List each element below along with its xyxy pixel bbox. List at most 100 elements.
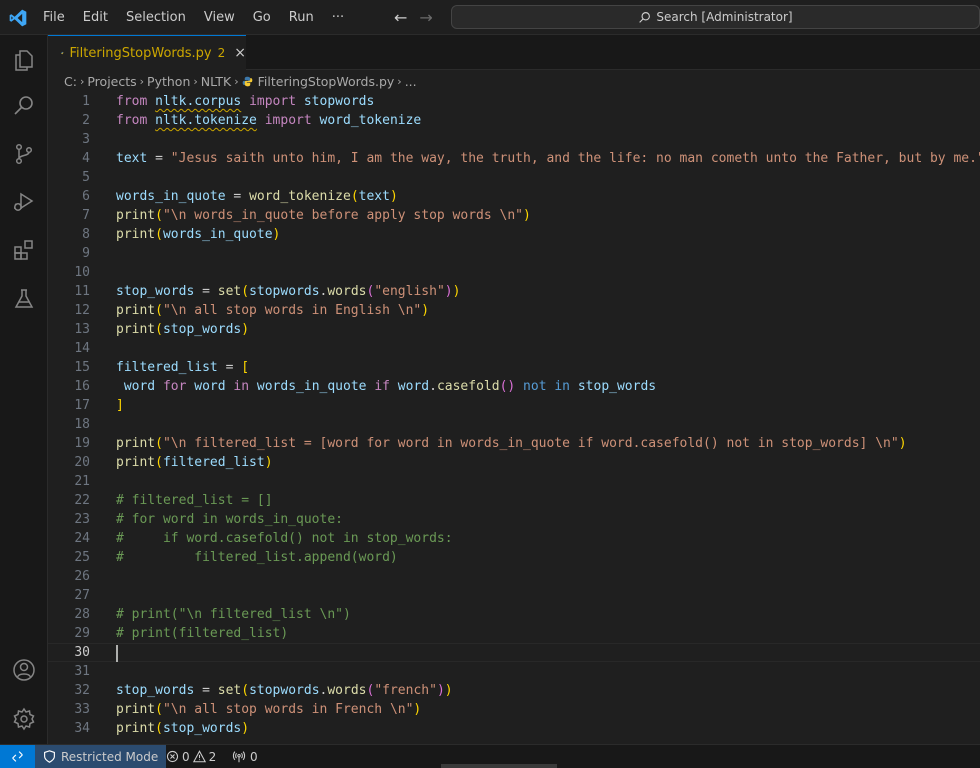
code-text: # filtered_list = [] bbox=[116, 491, 273, 510]
code-token: ) bbox=[523, 208, 531, 223]
code-line[interactable]: 33 print("\n all stop words in French \n"… bbox=[48, 700, 980, 719]
code-text: print(filtered_list) bbox=[116, 453, 273, 472]
code-line[interactable]: 29 # print(filtered_list) bbox=[48, 624, 980, 643]
code-token: for bbox=[162, 379, 187, 394]
code-line[interactable]: 31 bbox=[48, 662, 980, 681]
chevron-right-icon: › bbox=[79, 74, 85, 88]
run-and-debug-icon[interactable] bbox=[12, 190, 36, 214]
code-token: casefold bbox=[436, 379, 500, 394]
code-line[interactable]: 12 print("\n all stop words in English \n… bbox=[48, 301, 980, 320]
code-line[interactable]: 2 from nltk.tokenize import word_tokenize bbox=[48, 111, 980, 130]
code-line[interactable]: 9 bbox=[48, 244, 980, 263]
code-line[interactable]: 19 print("\n filtered_list = [word for wo… bbox=[48, 434, 980, 453]
problems-indicator[interactable]: 0 2 bbox=[166, 745, 216, 768]
code-line[interactable]: 1 from​ nltk.corpus import stopwords bbox=[48, 92, 980, 111]
code-line[interactable]: 6 words_in_quote = word_tokenize(text) bbox=[48, 187, 980, 206]
line-number: 24 bbox=[74, 531, 90, 546]
account-icon[interactable] bbox=[12, 658, 36, 682]
code-line[interactable]: 5 bbox=[48, 168, 980, 187]
code-token: "french" bbox=[374, 683, 437, 698]
code-text: print(words_in_quote) bbox=[116, 225, 280, 244]
code-line[interactable]: 34 print(stop_words) bbox=[48, 719, 980, 738]
code-text: filtered_list = [ bbox=[116, 358, 249, 377]
code-line[interactable]: 3 bbox=[48, 130, 980, 149]
code-line[interactable]: 7 print("\n words_in_quote before apply s… bbox=[48, 206, 980, 225]
code-line[interactable]: 32 stop_words = set(stopwords.words("fren… bbox=[48, 681, 980, 700]
code-text: word for word in words_in_quote if word.… bbox=[116, 377, 656, 396]
code-line-current[interactable]: 30 bbox=[48, 643, 980, 662]
code-text: print("\n all stop words in French \n") bbox=[116, 700, 421, 719]
title-bar: File Edit Selection View Go Run ··· ← → … bbox=[0, 0, 980, 35]
remote-icon bbox=[12, 751, 23, 762]
forward-arrow-icon[interactable]: → bbox=[419, 8, 432, 27]
code-token: ( bbox=[350, 189, 359, 204]
line-number: 30 bbox=[74, 645, 90, 660]
activity-bar bbox=[0, 35, 48, 744]
settings-gear-icon[interactable] bbox=[12, 707, 36, 731]
code-line[interactable]: 20 print(filtered_list) bbox=[48, 453, 980, 472]
code-token: ) bbox=[272, 227, 281, 242]
search-icon[interactable] bbox=[12, 94, 36, 118]
code-line[interactable]: 22 # filtered_list = [] bbox=[48, 491, 980, 510]
code-token: stop_words bbox=[116, 683, 195, 698]
code-line[interactable]: 16 word for word in words_in_quote if wo… bbox=[48, 377, 980, 396]
code-text: print(stop_words) bbox=[116, 719, 249, 738]
code-token: "\n all stop words in English \n" bbox=[162, 303, 422, 318]
ports-indicator[interactable]: 0 bbox=[232, 745, 258, 768]
breadcrumb-drive[interactable]: C: bbox=[64, 74, 77, 89]
code-line[interactable]: 4 text = "Jesus saith unto him, I am the … bbox=[48, 149, 980, 168]
code-line[interactable]: 13 print(stop_words) bbox=[48, 320, 980, 339]
code-line[interactable]: 8 print(words_in_quote) bbox=[48, 225, 980, 244]
source-control-icon[interactable] bbox=[12, 142, 36, 166]
code-token: ( bbox=[155, 227, 163, 242]
code-line[interactable]: 28 # print("\n filtered_list \n") bbox=[48, 605, 980, 624]
breadcrumb-python[interactable]: Python bbox=[147, 74, 190, 89]
line-number: 8 bbox=[82, 227, 90, 242]
code-line[interactable]: 26 bbox=[48, 567, 980, 586]
status-bar: Restricted Mode 0 2 0 bbox=[0, 744, 980, 768]
code-line[interactable]: 23 # for word in words_in_quote: bbox=[48, 510, 980, 529]
code-line[interactable]: 18 bbox=[48, 415, 980, 434]
restricted-mode-indicator[interactable]: Restricted Mode bbox=[35, 745, 167, 768]
code-token: "Jesus saith unto him, I am the way, the… bbox=[170, 151, 980, 166]
code-line[interactable]: 15 filtered_list = [ bbox=[48, 358, 980, 377]
menu-view[interactable]: View bbox=[195, 10, 244, 25]
menu-edit[interactable]: Edit bbox=[74, 10, 117, 25]
menu-file[interactable]: File bbox=[34, 10, 74, 25]
horizontal-scrollbar[interactable] bbox=[441, 764, 557, 768]
chevron-right-icon: › bbox=[193, 74, 198, 88]
code-line[interactable]: 11 stop_words = set(stopwords.words("engl… bbox=[48, 282, 980, 301]
breadcrumb-symbol[interactable]: ... bbox=[405, 74, 417, 89]
menu-run[interactable]: Run bbox=[280, 10, 323, 25]
code-line[interactable]: 24 # if word.casefold() not in stop_words… bbox=[48, 529, 980, 548]
code-line[interactable]: 25 # filtered_list.append(word) bbox=[48, 548, 980, 567]
remote-indicator[interactable] bbox=[0, 745, 35, 768]
breadcrumb-file[interactable]: FilteringStopWords.py bbox=[258, 74, 395, 89]
code-line[interactable]: 10 bbox=[48, 263, 980, 282]
code-token: ) bbox=[413, 702, 422, 717]
code-token: in bbox=[233, 379, 250, 394]
restricted-mode-label: Restricted Mode bbox=[61, 749, 159, 764]
tab-filteringstopwords[interactable]: FilteringStopWords.py 2 × bbox=[48, 35, 246, 70]
back-arrow-icon[interactable]: ← bbox=[394, 8, 407, 27]
menu-selection[interactable]: Selection bbox=[117, 10, 195, 25]
code-line[interactable]: 27 bbox=[48, 586, 980, 605]
code-line[interactable]: 14 bbox=[48, 339, 980, 358]
python-file-icon bbox=[242, 76, 252, 86]
code-editor[interactable]: 1 from​ nltk.corpus import stopwords 2 from… bbox=[48, 92, 980, 744]
breadcrumb-nltk[interactable]: NLTK bbox=[201, 74, 231, 89]
breadcrumb-projects[interactable]: Projects bbox=[87, 74, 136, 89]
explorer-icon[interactable] bbox=[12, 48, 36, 72]
menu-go[interactable]: Go bbox=[244, 10, 280, 25]
code-line[interactable]: 21 bbox=[48, 472, 980, 491]
tab-close-icon[interactable]: × bbox=[234, 45, 246, 61]
menu-more[interactable]: ··· bbox=[323, 10, 353, 25]
testing-flask-icon[interactable] bbox=[12, 287, 36, 311]
code-line[interactable]: 17] bbox=[48, 396, 980, 415]
extensions-icon[interactable] bbox=[12, 238, 36, 262]
code-text: ] bbox=[116, 396, 124, 415]
command-center-search[interactable]: Search [Administrator] bbox=[451, 5, 980, 29]
